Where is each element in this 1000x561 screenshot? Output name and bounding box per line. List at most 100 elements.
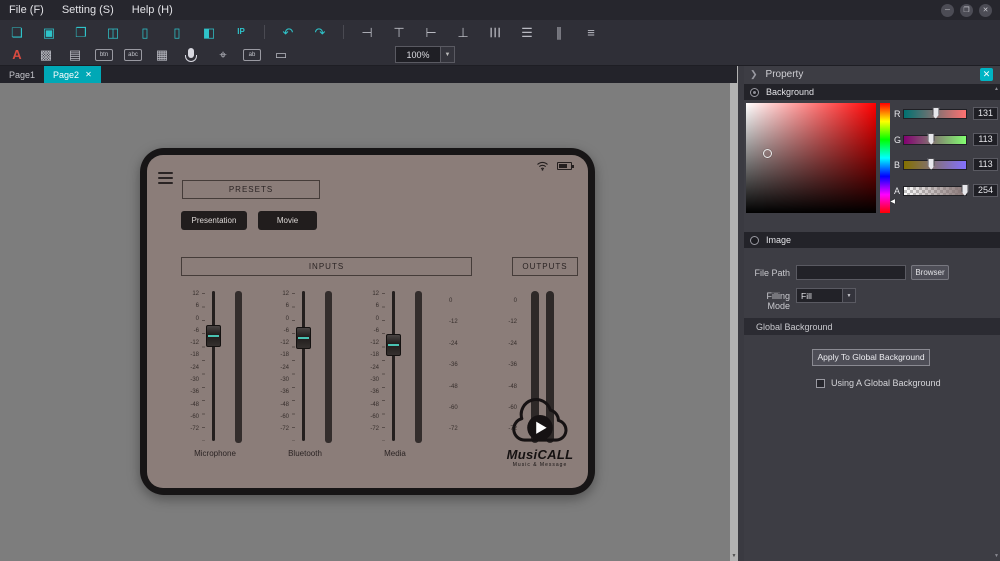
file-path-label: File Path: [744, 268, 790, 278]
button-tool-icon[interactable]: btn: [95, 49, 113, 61]
panel-close-button[interactable]: ✕: [980, 68, 993, 81]
tab-page1-label: Page1: [9, 70, 35, 80]
presentation-button[interactable]: Presentation: [181, 211, 247, 230]
picture-tool-icon[interactable]: ▤: [66, 48, 84, 61]
fader-track[interactable]: [392, 291, 395, 441]
background-radio[interactable]: [750, 88, 759, 97]
use-global-background-checkbox[interactable]: [816, 379, 825, 388]
widget-toolbar: A ▩ ▤ btn abc ▦ ⌖ ab ▭ 100% ▼: [0, 44, 1000, 66]
fader-ticks: [292, 293, 295, 441]
redo-icon[interactable]: ↷: [311, 26, 329, 39]
grid-tool-icon[interactable]: ▦: [153, 48, 171, 61]
align-top-icon[interactable]: ⊤: [390, 26, 408, 39]
tablet-icon[interactable]: ▯: [136, 26, 154, 39]
fader-track[interactable]: [212, 291, 215, 441]
battery-icon: [557, 162, 572, 170]
fader-scale: 12 6 0 -6 -12 -18 -24 -30 -36 -48 -60 -7…: [275, 288, 289, 436]
channel-label: Microphone: [177, 449, 253, 458]
zoom-dropdown-arrow-icon[interactable]: ▼: [440, 47, 454, 62]
text-tool-icon[interactable]: A: [8, 48, 26, 61]
tab-page2[interactable]: Page2 ✕: [44, 66, 101, 83]
alpha-channel-row: A 254: [894, 184, 998, 198]
red-channel-slider[interactable]: [903, 109, 967, 119]
fader-knob[interactable]: [386, 334, 401, 356]
align-left-icon[interactable]: ⊣: [358, 26, 376, 39]
green-slider-handle[interactable]: [928, 133, 935, 145]
minimize-button[interactable]: ─: [941, 4, 954, 17]
menu-setting[interactable]: Setting (S): [53, 0, 123, 20]
fader-tool-icon[interactable]: ⌖: [214, 48, 232, 61]
ip-config-icon[interactable]: IP: [232, 28, 250, 36]
inputs-header: INPUTS: [181, 257, 472, 276]
toolbar-separator: [264, 25, 265, 39]
alpha-channel-slider[interactable]: [903, 186, 967, 196]
filling-mode-dropdown[interactable]: Fill ▼: [796, 288, 856, 303]
equal-height-icon[interactable]: ≡: [582, 26, 600, 39]
global-background-section-header: Global Background: [744, 318, 1000, 335]
microphone-tool-icon[interactable]: [188, 48, 194, 58]
save-icon[interactable]: ▣: [40, 26, 58, 39]
menu-help[interactable]: Help (H): [123, 0, 182, 20]
musicall-logo: MusiCALL Music & Message: [495, 397, 585, 468]
maximize-button[interactable]: ❐: [960, 4, 973, 17]
scroll-down-icon[interactable]: ▼: [994, 553, 999, 559]
close-button[interactable]: ✕: [979, 4, 992, 17]
red-slider-handle[interactable]: [932, 107, 939, 119]
blue-channel-row: B 113: [894, 158, 998, 172]
zoom-control[interactable]: 100% ▼: [395, 46, 455, 63]
fader-channel-microphone: 12 6 0 -6 -12 -18 -24 -30 -36 -48 -60 -7…: [185, 285, 245, 463]
blue-channel-slider[interactable]: [903, 160, 967, 170]
monitor-export-icon[interactable]: ◧: [200, 26, 218, 39]
align-bottom-icon[interactable]: ⊥: [454, 26, 472, 39]
red-channel-label: R: [894, 109, 901, 119]
hamburger-menu-icon[interactable]: [158, 172, 173, 187]
tab-page2-label: Page2: [53, 70, 79, 80]
green-channel-slider[interactable]: [903, 135, 967, 145]
distribute-vertical-icon[interactable]: ☰: [518, 26, 536, 39]
blue-slider-handle[interactable]: [928, 158, 935, 170]
window-icon[interactable]: ◫: [104, 26, 122, 39]
image-radio[interactable]: [750, 236, 759, 245]
dropdown-arrow-icon[interactable]: ▼: [842, 289, 855, 302]
tab-page1[interactable]: Page1: [0, 66, 44, 83]
fader-knob[interactable]: [296, 327, 311, 349]
apply-global-background-button[interactable]: Apply To Global Background: [812, 349, 930, 366]
align-right-icon[interactable]: ⊢: [422, 26, 440, 39]
color-picker-cursor[interactable]: [763, 149, 772, 158]
label-tool-icon[interactable]: abc: [124, 49, 142, 61]
main-toolbar: ❏ ▣ ❐ ◫ ▯ ▯ ◧ IP ↶ ↷ ⊣ ⊤ ⊢ ⊥ ☰ ☰ ∥ ≡: [0, 20, 1000, 44]
new-page-icon[interactable]: ❏: [8, 26, 26, 39]
file-path-input[interactable]: [796, 265, 906, 280]
panel-scrollbar[interactable]: ▲ ▼: [993, 84, 1000, 561]
fader-track[interactable]: [302, 291, 305, 441]
toggle-tool-icon[interactable]: ab: [243, 49, 261, 61]
image-tool-icon[interactable]: ▩: [37, 48, 55, 61]
input-meter-scale: 0 -12 -24 -36 -48 -60 -72: [449, 291, 458, 441]
hue-slider[interactable]: ◀: [880, 103, 890, 213]
menu-file[interactable]: File (F): [0, 0, 53, 20]
scroll-down-icon[interactable]: ▼: [732, 553, 737, 559]
phone-icon[interactable]: ▯: [168, 26, 186, 39]
hue-slider-cursor[interactable]: ◀: [890, 199, 895, 205]
filling-mode-row: Filling Mode Fill ▼: [744, 288, 1000, 304]
copy-icon[interactable]: ❐: [72, 26, 90, 39]
use-global-background-label: Using A Global Background: [831, 378, 941, 388]
level-meter: [235, 291, 242, 443]
movie-button[interactable]: Movie: [258, 211, 317, 230]
shape-tool-icon[interactable]: ▭: [272, 48, 290, 61]
distribute-horizontal-icon[interactable]: ☰: [489, 23, 502, 41]
undo-icon[interactable]: ↶: [279, 26, 297, 39]
equal-width-icon[interactable]: ∥: [550, 26, 568, 39]
red-channel-row: R 131: [894, 107, 998, 121]
browse-button[interactable]: Browser: [911, 265, 949, 280]
collapse-arrow-icon[interactable]: ❯: [750, 69, 758, 80]
property-panel-header: ❯ Property: [744, 66, 1000, 83]
alpha-slider-handle[interactable]: [961, 184, 968, 196]
color-saturation-picker[interactable]: [746, 103, 876, 213]
scroll-up-icon[interactable]: ▲: [994, 86, 999, 92]
tab-close-icon[interactable]: ✕: [85, 71, 92, 79]
fader-knob[interactable]: [206, 325, 221, 347]
device-mockup[interactable]: PRESETS Presentation Movie INPUTS OUTPUT…: [140, 148, 595, 495]
fader-channel-media: 12 6 0 -6 -12 -18 -24 -30 -36 -48 -60 -7…: [365, 285, 425, 463]
canvas-scrollbar[interactable]: ▲ ▼: [730, 66, 738, 561]
